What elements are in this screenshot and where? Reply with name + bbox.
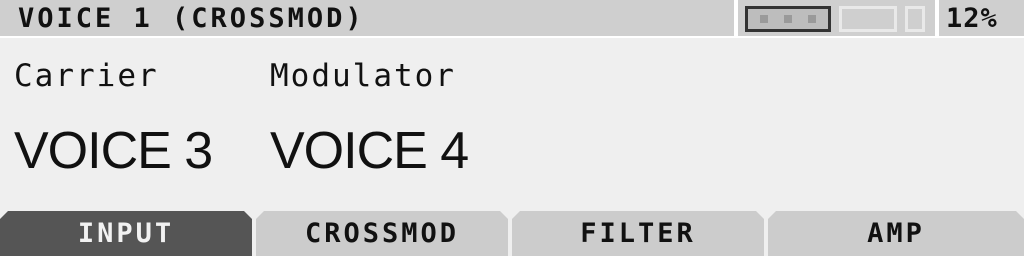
tab-input[interactable]: INPUT [0,211,252,256]
level-meter [745,6,925,32]
level-meter-end-cell [905,6,925,32]
header-divider [935,0,939,38]
level-percent: 12% [946,3,998,34]
level-meter-segment [808,15,816,23]
carrier-value[interactable]: VOICE 3 [14,118,213,184]
modulator-value[interactable]: VOICE 4 [270,118,469,184]
tab-amp[interactable]: AMP [768,211,1024,256]
carrier-label: Carrier [14,58,159,94]
modulator-label: Modulator [270,58,456,94]
tab-bar: INPUT CROSSMOD FILTER AMP [0,211,1024,256]
level-meter-segment [760,15,768,23]
page-title: VOICE 1 (CROSSMOD) [18,3,365,34]
header-divider [734,0,738,38]
tab-crossmod[interactable]: CROSSMOD [256,211,508,256]
tab-filter[interactable]: FILTER [512,211,764,256]
level-meter-empty-cell [839,6,897,32]
header-bar: VOICE 1 (CROSSMOD) 12% [0,0,1024,38]
level-meter-segment [784,15,792,23]
level-meter-filled-cell [745,6,831,32]
